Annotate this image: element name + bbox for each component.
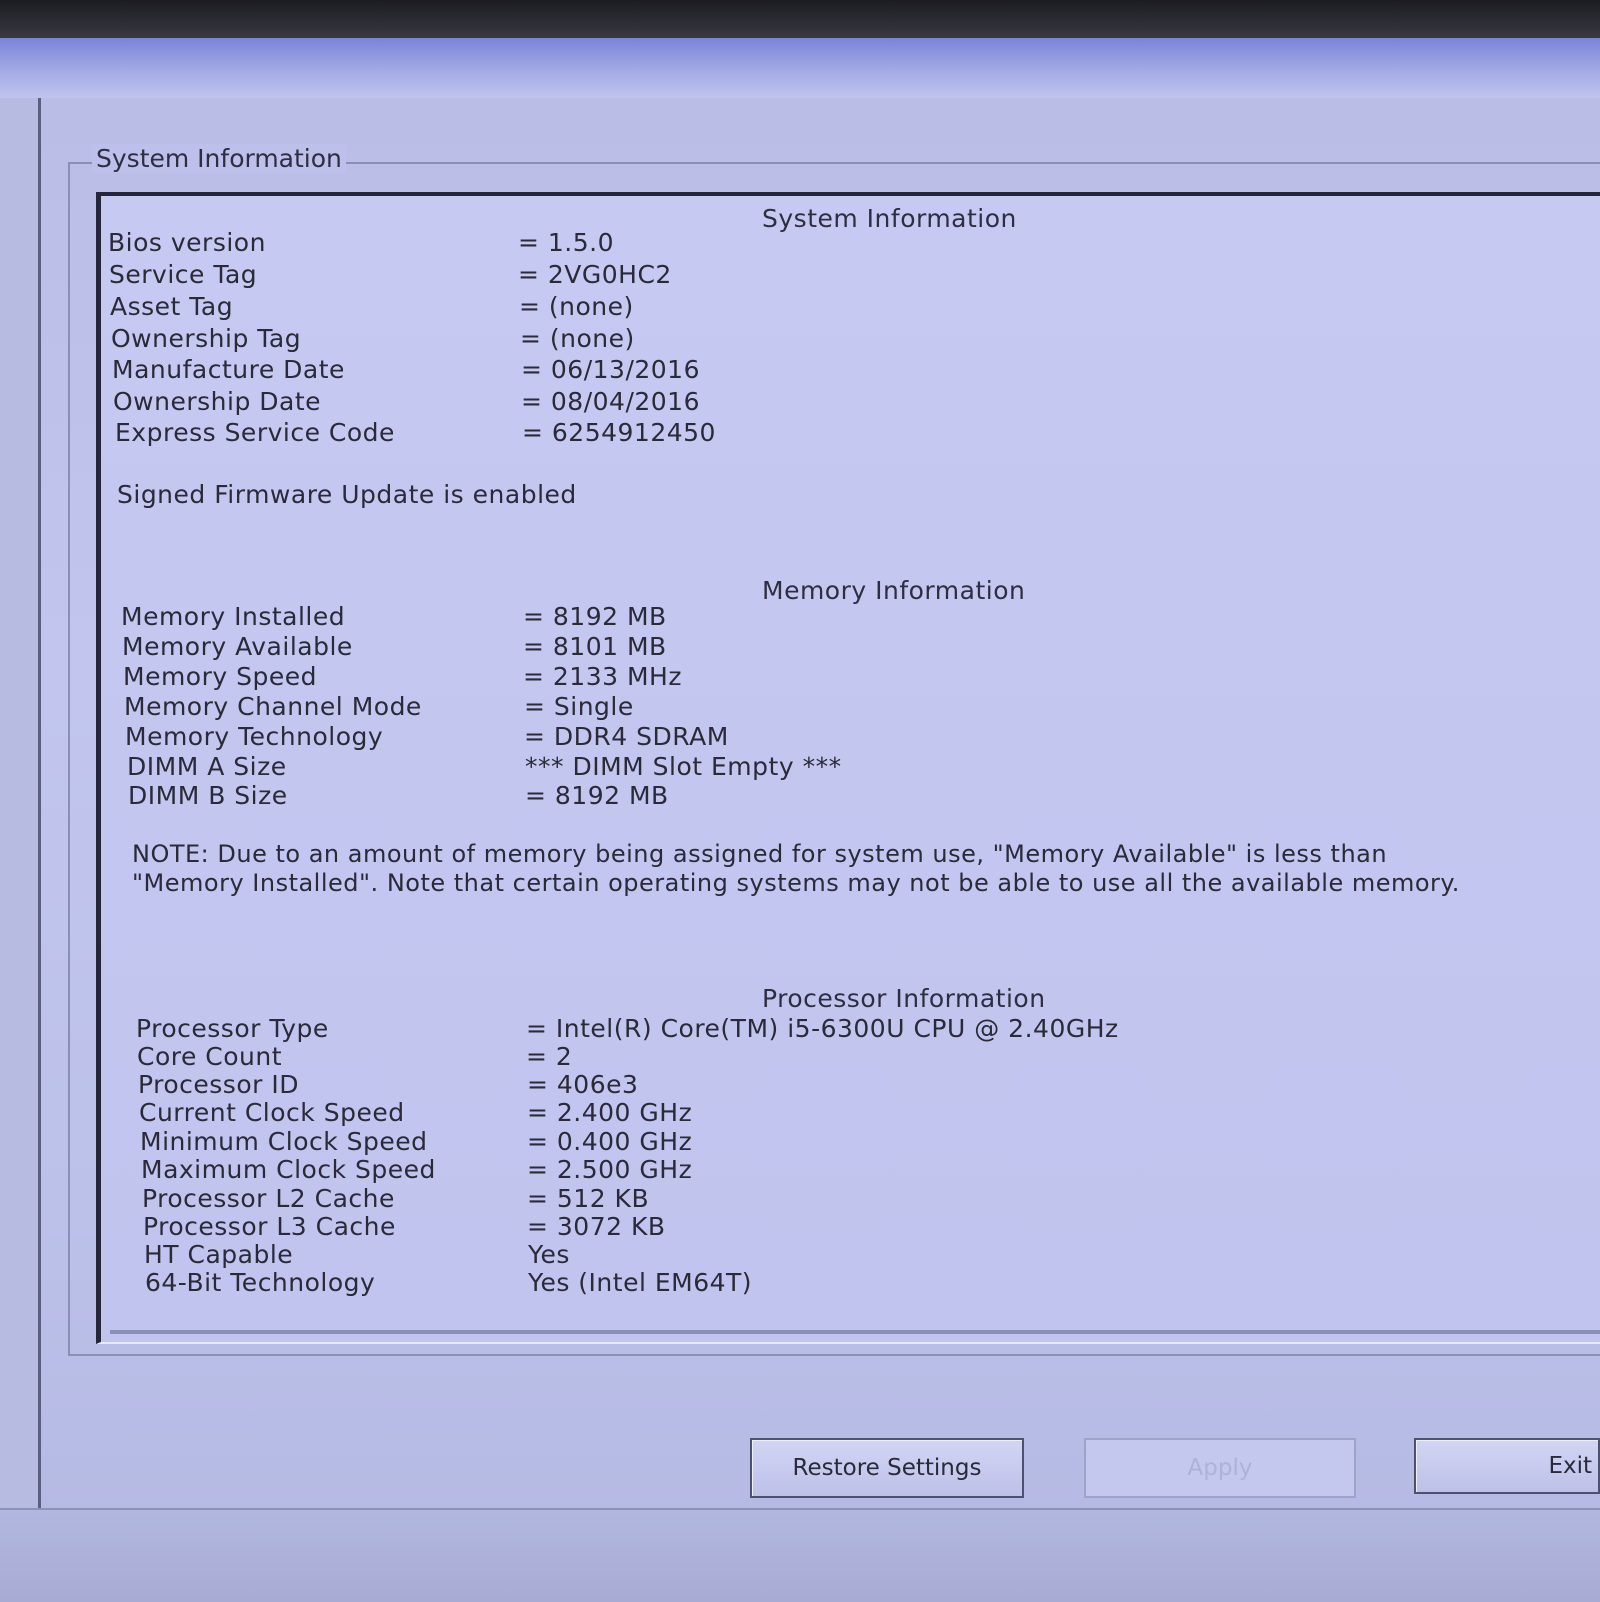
monitor-bezel: [0, 0, 1600, 40]
info-value: = DDR4 SDRAM: [524, 722, 729, 751]
info-label: Minimum Clock Speed: [140, 1127, 428, 1156]
info-label: Processor Type: [136, 1014, 329, 1043]
title-band: [0, 38, 1600, 98]
info-label: Bios version: [108, 228, 266, 257]
info-value: = 0.400 GHz: [527, 1127, 693, 1156]
info-label: Memory Available: [122, 632, 353, 661]
info-label: Processor ID: [138, 1070, 299, 1099]
info-label: Current Clock Speed: [139, 1098, 405, 1127]
info-value: = 3072 KB: [527, 1212, 666, 1241]
info-label: 64-Bit Technology: [145, 1268, 376, 1297]
info-label: Memory Speed: [123, 662, 317, 691]
info-value: = 2: [526, 1042, 573, 1071]
apply-button[interactable]: Apply: [1084, 1438, 1356, 1498]
info-label: Memory Channel Mode: [124, 692, 422, 721]
info-label: Memory Technology: [125, 722, 384, 751]
info-label: Ownership Tag: [111, 324, 302, 353]
info-label: Processor L2 Cache: [142, 1184, 395, 1213]
processor-information-heading: Processor Information: [762, 984, 1046, 1013]
info-label: DIMM A Size: [127, 752, 287, 781]
info-value: = 406e3: [527, 1070, 639, 1099]
info-value: Yes (Intel EM64T): [528, 1268, 753, 1297]
info-label: Manufacture Date: [112, 355, 345, 384]
firmware-status-text: Signed Firmware Update is enabled: [117, 480, 577, 509]
info-label: HT Capable: [144, 1240, 294, 1269]
info-value: = 8101 MB: [523, 632, 667, 661]
info-label: Core Count: [137, 1042, 283, 1071]
info-value: *** DIMM Slot Empty ***: [525, 752, 842, 781]
exit-button[interactable]: Exit: [1414, 1438, 1600, 1494]
info-label: Asset Tag: [110, 292, 234, 321]
panel-bottom-edge: [110, 1330, 1600, 1334]
info-value: = 2VG0HC2: [518, 260, 672, 289]
info-label: Express Service Code: [115, 418, 395, 447]
info-value: Yes: [528, 1240, 570, 1269]
info-value: = Intel(R) Core(TM) i5-6300U CPU @ 2.40G…: [526, 1014, 1119, 1043]
info-value: = 6254912450: [522, 418, 716, 447]
info-label: DIMM B Size: [128, 781, 288, 810]
info-label: Memory Installed: [121, 602, 346, 631]
info-value: = 2.400 GHz: [527, 1098, 693, 1127]
info-value: = 06/13/2016: [521, 355, 700, 384]
info-value: = 8192 MB: [525, 781, 669, 810]
system-information-heading: System Information: [762, 204, 1017, 233]
memory-note: NOTE: Due to an amount of memory being a…: [132, 840, 1460, 897]
bottom-frame: [0, 1508, 1600, 1602]
info-value: = (none): [520, 324, 635, 353]
info-value: = (none): [519, 292, 634, 321]
groupbox-title: System Information: [92, 144, 346, 173]
info-label: Ownership Date: [113, 387, 322, 416]
info-value: = 8192 MB: [523, 602, 667, 631]
navigation-pane-edge: [0, 98, 41, 1508]
info-label: Processor L3 Cache: [143, 1212, 396, 1241]
info-label: Maximum Clock Speed: [141, 1155, 436, 1184]
restore-settings-button[interactable]: Restore Settings: [750, 1438, 1024, 1498]
info-value: = Single: [524, 692, 634, 721]
info-value: = 2133 MHz: [523, 662, 682, 691]
memory-information-heading: Memory Information: [762, 576, 1026, 605]
info-value: = 08/04/2016: [521, 387, 700, 416]
info-label: Service Tag: [109, 260, 258, 289]
info-value: = 1.5.0: [518, 228, 615, 257]
info-value: = 512 KB: [527, 1184, 650, 1213]
info-value: = 2.500 GHz: [527, 1155, 693, 1184]
